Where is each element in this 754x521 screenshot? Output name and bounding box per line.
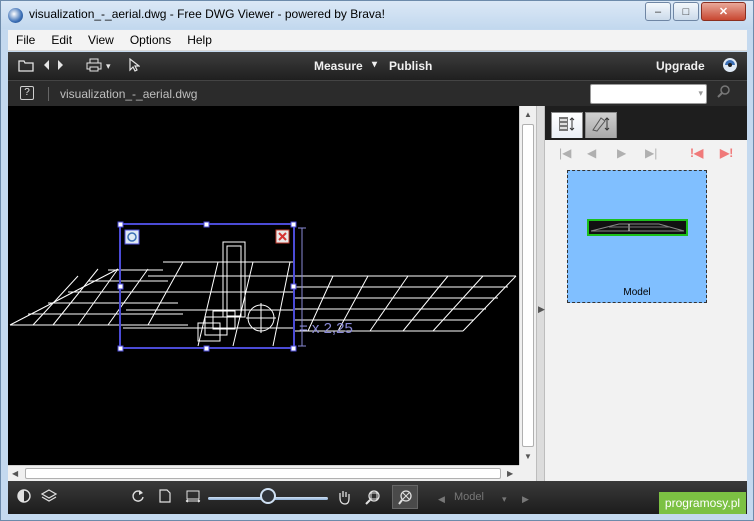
next-page-icon[interactable]: ▶ [617, 146, 626, 160]
horizontal-scrollbar[interactable]: ◀ ▶ [8, 465, 519, 481]
collapse-panel-icon[interactable]: ▶ [538, 304, 545, 315]
zoom-slider-handle[interactable] [260, 488, 276, 504]
zoom-extents-button[interactable] [392, 485, 418, 509]
thumbnail-image [587, 219, 688, 236]
menu-help[interactable]: Help [179, 33, 220, 47]
contrast-icon[interactable] [17, 489, 31, 506]
zoom-extents-icon [398, 489, 414, 508]
menu-options[interactable]: Options [122, 33, 179, 47]
next-markup-icon[interactable]: ▶! [720, 146, 733, 160]
search-input[interactable]: ▾ [590, 84, 707, 104]
tab-thumbnails[interactable] [551, 112, 583, 138]
panel-splitter[interactable]: ▶ [536, 106, 545, 481]
scroll-down-icon[interactable]: ▼ [524, 452, 532, 461]
help-icon[interactable]: ? [20, 86, 34, 100]
measure-button[interactable]: Measure [314, 59, 363, 73]
rotate-icon[interactable] [131, 489, 145, 506]
minimize-button[interactable]: – [645, 2, 671, 21]
selection-close-icon[interactable] [275, 229, 290, 244]
app-logo-icon [8, 8, 23, 23]
page-navigation: |◀ ◀ ▶ ▶| !◀ ▶! [545, 146, 747, 164]
forward-arrow-icon[interactable] [56, 58, 66, 76]
prev-layout-icon[interactable]: ◀ [438, 491, 445, 507]
document-name: visualization_-_aerial.dwg [60, 87, 198, 101]
document-bar: ? visualization_-_aerial.dwg ▾ [8, 80, 747, 106]
publish-button[interactable]: Publish [389, 59, 432, 73]
page-thumbnail[interactable]: Model [567, 170, 707, 303]
horizontal-scroll-thumb[interactable] [25, 468, 501, 479]
main-toolbar: ▾ Measure ▾ Publish Upgrade [8, 52, 747, 80]
drawing-svg [9, 221, 517, 352]
vertical-scroll-thumb[interactable] [522, 124, 534, 447]
app-window: visualization_-_aerial.dwg - Free DWG Vi… [0, 0, 754, 521]
brava-logo-icon [722, 57, 738, 77]
pan-hand-icon[interactable] [336, 489, 352, 508]
bottom-toolbar: ◀ Model ▾ ▶ [8, 481, 747, 514]
model-select[interactable]: Model [454, 491, 484, 503]
thumbnail-panel: |◀ ◀ ▶ ▶| !◀ ▶! Model [545, 106, 747, 481]
markup-icon [591, 116, 611, 135]
thumbnails-icon [558, 116, 576, 135]
layers-icon[interactable] [40, 489, 58, 506]
watermark: programosy.pl [659, 492, 746, 514]
print-dropdown-icon[interactable]: ▾ [106, 58, 111, 74]
back-arrow-icon[interactable] [41, 58, 51, 76]
pointer-icon[interactable] [128, 57, 141, 76]
selection-zoom-icon[interactable] [124, 229, 140, 245]
menu-bar: File Edit View Options Help [8, 30, 747, 51]
model-dropdown-icon[interactable]: ▾ [502, 491, 507, 507]
menu-view[interactable]: View [80, 33, 122, 47]
measure-dropdown-icon[interactable]: ▾ [372, 59, 377, 70]
prev-page-icon[interactable]: ◀ [587, 146, 596, 160]
search-dropdown-icon[interactable]: ▾ [698, 88, 703, 99]
tab-markups[interactable] [585, 112, 617, 138]
title-bar: visualization_-_aerial.dwg - Free DWG Vi… [1, 1, 753, 29]
menu-edit[interactable]: Edit [43, 33, 80, 47]
drawing-canvas[interactable]: = x 2,25 [8, 106, 519, 465]
upgrade-button[interactable]: Upgrade [656, 59, 705, 73]
printer-icon[interactable] [86, 58, 102, 76]
zoom-window-icon[interactable] [365, 489, 381, 508]
panel-tabs [545, 106, 747, 140]
first-page-icon[interactable]: |◀ [559, 146, 571, 160]
prev-markup-icon[interactable]: !◀ [690, 146, 703, 160]
scroll-up-icon[interactable]: ▲ [524, 110, 532, 119]
maximize-button[interactable]: □ [673, 2, 699, 21]
thumbnail-label: Model [623, 287, 651, 298]
menu-file[interactable]: File [8, 33, 43, 47]
last-page-icon[interactable]: ▶| [645, 146, 657, 160]
window-title: visualization_-_aerial.dwg - Free DWG Vi… [29, 7, 385, 21]
page-icon[interactable] [159, 489, 171, 506]
fit-width-icon[interactable] [185, 489, 201, 506]
vertical-scrollbar[interactable]: ▲ ▼ [519, 106, 536, 465]
scroll-corner [519, 465, 536, 481]
search-icon[interactable] [716, 85, 732, 102]
open-folder-icon[interactable] [18, 58, 34, 76]
close-button[interactable]: ✕ [701, 2, 746, 21]
scroll-left-icon[interactable]: ◀ [12, 469, 18, 478]
dimension-label: = x 2,25 [299, 320, 353, 337]
next-layout-icon[interactable]: ▶ [522, 491, 529, 507]
divider [48, 87, 49, 101]
scroll-right-icon[interactable]: ▶ [507, 469, 513, 478]
